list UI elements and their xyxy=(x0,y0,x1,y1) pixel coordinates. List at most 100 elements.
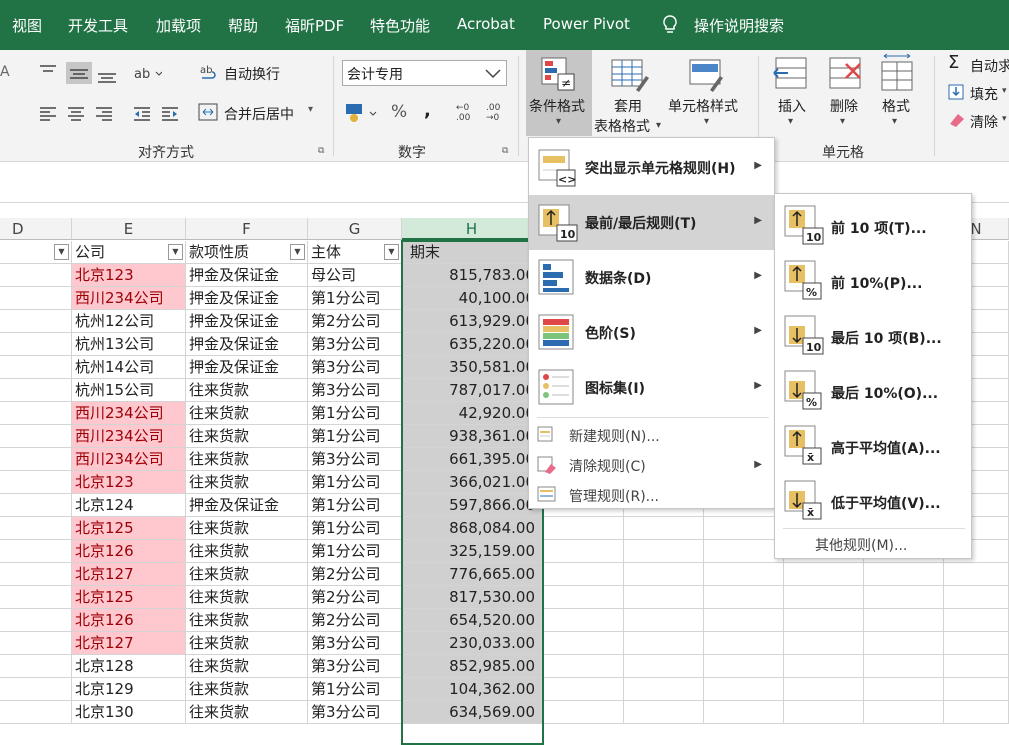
filter-dropdown-icon[interactable]: ▼ xyxy=(54,244,69,260)
cell-period-end[interactable]: 104,362.00 xyxy=(402,678,542,701)
empty-cell[interactable] xyxy=(542,609,624,632)
menu-item-highlight-rules[interactable]: <> 突出显示单元格规则(H) ▶ xyxy=(529,140,774,195)
cell-period-end[interactable]: 661,395.00 xyxy=(402,448,542,471)
cell-period-end[interactable]: 634,569.00 xyxy=(402,701,542,724)
empty-cell[interactable] xyxy=(944,655,1009,678)
cell-d[interactable] xyxy=(0,655,72,678)
filter-dropdown-icon[interactable]: ▼ xyxy=(384,244,399,260)
orientation-icon[interactable]: ab xyxy=(132,62,162,84)
cell-nature[interactable]: 往来货款 xyxy=(186,701,308,724)
empty-cell[interactable] xyxy=(944,586,1009,609)
format-as-table-label-2[interactable]: 表格格式 xyxy=(594,116,650,136)
empty-cell[interactable] xyxy=(704,563,784,586)
submenu-item-bottom-10[interactable]: 10 最后 10 项(B)... xyxy=(775,308,971,363)
empty-cell[interactable] xyxy=(944,632,1009,655)
cell-entity[interactable]: 第2分公司 xyxy=(308,563,402,586)
cell-period-end[interactable]: 787,017.00 xyxy=(402,379,542,402)
format-button[interactable]: 格式 xyxy=(882,96,910,116)
empty-cell[interactable] xyxy=(704,632,784,655)
cell-nature[interactable]: 往来货款 xyxy=(186,609,308,632)
cell-company[interactable]: 杭州15公司 xyxy=(72,379,186,402)
header-cell-period-end[interactable]: 期末 xyxy=(402,241,542,264)
cell-entity[interactable]: 第1分公司 xyxy=(308,678,402,701)
cell-entity[interactable]: 第2分公司 xyxy=(308,586,402,609)
cell-entity[interactable]: 第2分公司 xyxy=(308,310,402,333)
tab-help[interactable]: 帮助 xyxy=(228,15,258,36)
column-header-g[interactable]: G xyxy=(308,218,402,240)
empty-cell[interactable] xyxy=(864,701,944,724)
cell-entity[interactable]: 第1分公司 xyxy=(308,517,402,540)
submenu-item-above-average[interactable]: x̄ 高于平均值(A)... xyxy=(775,418,971,473)
cell-period-end[interactable]: 635,220.00 xyxy=(402,333,542,356)
filter-dropdown-icon[interactable]: ▼ xyxy=(290,244,305,260)
cell-entity[interactable]: 第3分公司 xyxy=(308,701,402,724)
cell-period-end[interactable]: 366,021.00 xyxy=(402,471,542,494)
cell-nature[interactable]: 往来货款 xyxy=(186,425,308,448)
empty-cell[interactable] xyxy=(624,540,704,563)
menu-item-color-scales[interactable]: 色阶(S) ▶ xyxy=(529,305,774,360)
cell-company[interactable]: 北京125 xyxy=(72,586,186,609)
cell-entity[interactable]: 第1分公司 xyxy=(308,540,402,563)
cell-nature[interactable]: 往来货款 xyxy=(186,678,308,701)
cell-entity[interactable]: 第3分公司 xyxy=(308,356,402,379)
cell-entity[interactable]: 第1分公司 xyxy=(308,471,402,494)
cell-entity[interactable]: 第1分公司 xyxy=(308,425,402,448)
format-as-table-label-1[interactable]: 套用 xyxy=(614,96,642,116)
menu-item-new-rule[interactable]: 新建规则(N)... xyxy=(529,421,774,451)
cell-company[interactable]: 北京126 xyxy=(72,609,186,632)
empty-cell[interactable] xyxy=(784,632,864,655)
cell-period-end[interactable]: 613,929.00 xyxy=(402,310,542,333)
cell-company[interactable]: 北京125 xyxy=(72,517,186,540)
empty-cell[interactable] xyxy=(784,701,864,724)
empty-cell[interactable] xyxy=(542,655,624,678)
empty-cell[interactable] xyxy=(704,586,784,609)
cell-nature[interactable]: 往来货款 xyxy=(186,563,308,586)
cell-d[interactable] xyxy=(0,379,72,402)
empty-cell[interactable] xyxy=(704,701,784,724)
cell-d[interactable] xyxy=(0,494,72,517)
empty-cell[interactable] xyxy=(542,586,624,609)
empty-cell[interactable] xyxy=(542,563,624,586)
percent-button[interactable]: % xyxy=(391,102,407,122)
cell-d[interactable] xyxy=(0,356,72,379)
delete-button[interactable]: 删除 xyxy=(830,96,858,116)
cell-period-end[interactable]: 776,665.00 xyxy=(402,563,542,586)
dialog-launcher-icon[interactable]: ⧉ xyxy=(502,146,508,156)
empty-cell[interactable] xyxy=(944,609,1009,632)
wrap-text-button[interactable]: 自动换行 xyxy=(224,64,280,84)
tab-foxit-pdf[interactable]: 福昕PDF xyxy=(285,15,344,36)
cell-entity[interactable]: 第1分公司 xyxy=(308,402,402,425)
cell-entity[interactable]: 第3分公司 xyxy=(308,655,402,678)
empty-cell[interactable] xyxy=(542,540,624,563)
cell-entity[interactable]: 第1分公司 xyxy=(308,494,402,517)
empty-cell[interactable] xyxy=(624,517,704,540)
submenu-item-below-average[interactable]: x̄ 低于平均值(V)... xyxy=(775,473,971,528)
cell-d[interactable] xyxy=(0,701,72,724)
cell-d[interactable] xyxy=(0,425,72,448)
empty-cell[interactable] xyxy=(704,678,784,701)
filter-dropdown-icon[interactable]: ▼ xyxy=(168,244,183,260)
cell-company[interactable]: 北京128 xyxy=(72,655,186,678)
empty-cell[interactable] xyxy=(784,655,864,678)
cell-nature[interactable]: 往来货款 xyxy=(186,517,308,540)
tab-features[interactable]: 特色功能 xyxy=(370,15,430,36)
decimal-icons[interactable]: ←0.00.00→0 xyxy=(454,100,514,124)
submenu-item-top-10-percent[interactable]: % 前 10%(P)... xyxy=(775,253,971,308)
tab-developer[interactable]: 开发工具 xyxy=(68,15,128,36)
tab-addins[interactable]: 加载项 xyxy=(156,15,201,36)
cell-nature[interactable]: 押金及保证金 xyxy=(186,333,308,356)
cell-nature[interactable]: 往来货款 xyxy=(186,448,308,471)
cell-period-end[interactable]: 815,783.00 xyxy=(402,264,542,287)
cell-period-end[interactable]: 852,985.00 xyxy=(402,655,542,678)
cell-period-end[interactable]: 654,520.00 xyxy=(402,609,542,632)
horizontal-align-icons[interactable] xyxy=(38,104,188,124)
empty-cell[interactable] xyxy=(784,678,864,701)
cell-nature[interactable]: 往来货款 xyxy=(186,471,308,494)
empty-cell[interactable] xyxy=(542,632,624,655)
cell-company[interactable]: 北京123 xyxy=(72,471,186,494)
cell-period-end[interactable]: 597,866.00 xyxy=(402,494,542,517)
cell-d[interactable] xyxy=(0,448,72,471)
empty-cell[interactable] xyxy=(864,632,944,655)
cell-nature[interactable]: 押金及保证金 xyxy=(186,264,308,287)
cell-period-end[interactable]: 938,361.00 xyxy=(402,425,542,448)
